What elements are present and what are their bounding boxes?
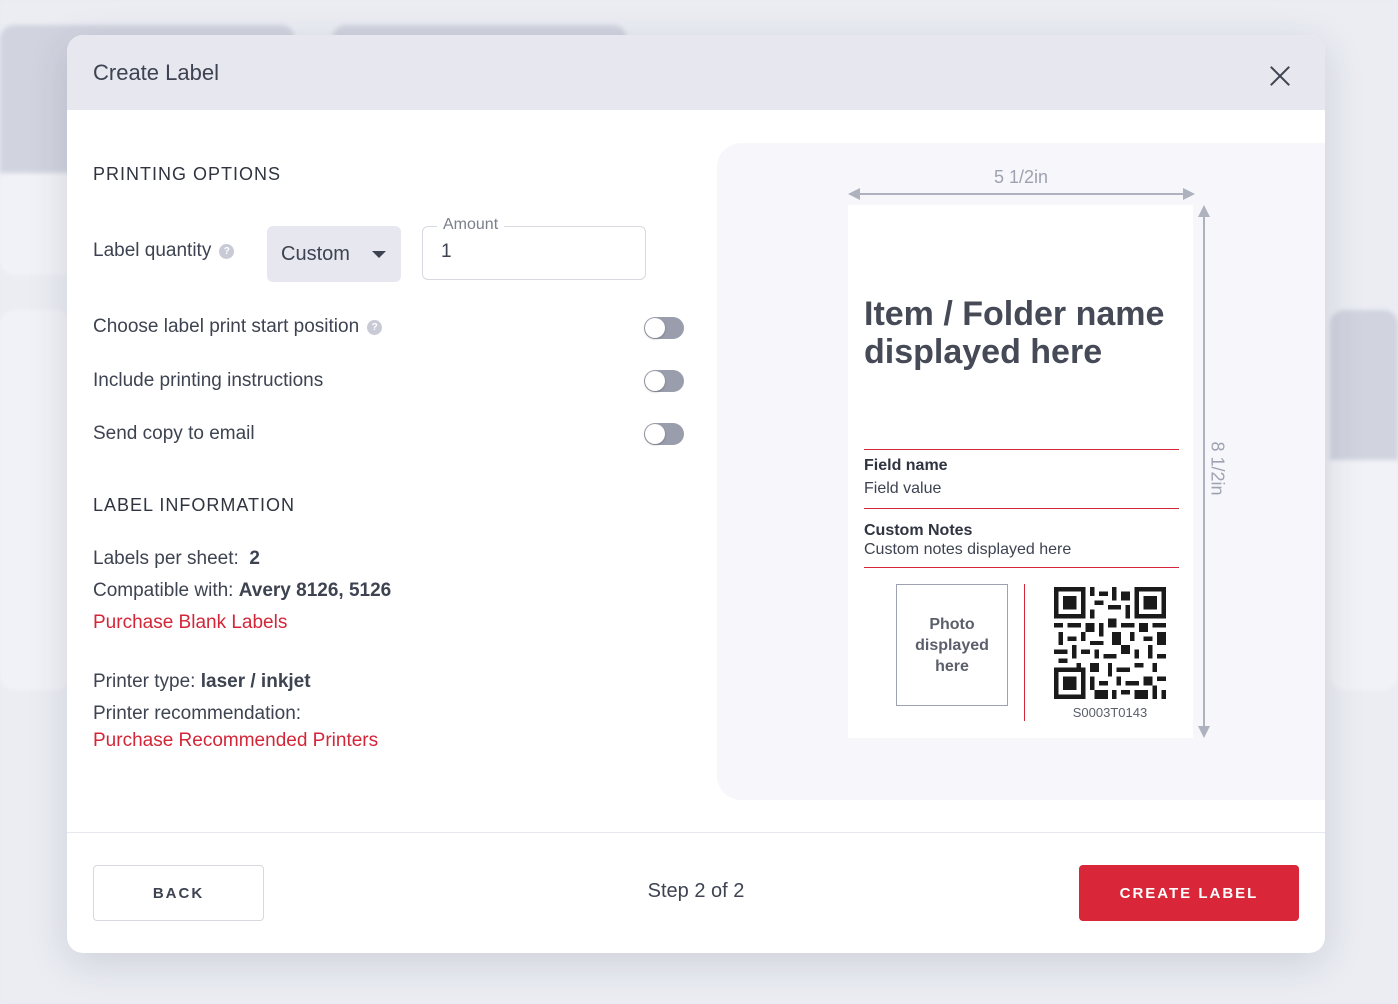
label-quantity-row: Label quantity ? [93,240,235,262]
toggle-knob [645,371,665,391]
printing-options-heading: PRINTING OPTIONS [93,164,282,184]
close-icon[interactable] [1265,61,1295,91]
divider [864,449,1179,450]
toggle-knob [645,424,665,444]
label-preview: 5 1/2in 8 1/2in Item / Folder name displ… [717,143,1325,800]
label-notes-value: Custom notes displayed here [864,541,1072,558]
label-sample: Item / Folder name displayed here Field … [848,205,1193,738]
compatible-value: Avery 8126, 5126 [238,580,392,601]
width-dimension: 5 1/2in [993,167,1049,187]
photo-placeholder-text: Photo displayed here [915,615,989,675]
purchase-blank-labels-link[interactable]: Purchase Blank Labels [93,612,287,634]
create-label-modal: Create Label PRINTING OPTIONS Label quan… [67,35,1325,953]
labels-per-sheet-label: Labels per sheet: [93,548,239,569]
step-indicator: Step 2 of 2 [647,880,745,902]
label-field-value: Field value [864,480,942,497]
toggle-knob [645,318,665,338]
amount-input[interactable] [441,241,621,263]
amount-label: Amount [437,216,505,234]
chevron-down-icon [372,251,386,258]
start-position-label: Choose label print start position [93,316,360,337]
printing-instructions-row: Include printing instructions [93,370,323,392]
qr-code-value: S0003T0143 [1072,705,1148,720]
arrow-down-icon [1198,726,1210,738]
send-copy-email-row: Send copy to email [93,423,255,445]
printer-recommendation-label: Printer recommendation: [93,703,302,724]
printer-type: Printer type: laser / inkjet [93,671,311,693]
label-quantity-label: Label quantity [93,240,212,261]
label-field-name: Field name [864,457,948,474]
label-quantity-select[interactable]: Custom [267,226,401,282]
label-item-name: Item / Folder name displayed here [864,295,1165,371]
purchase-printers-link[interactable]: Purchase Recommended Printers [93,730,378,752]
printer-type-label: Printer type: [93,671,196,692]
start-position-toggle[interactable] [644,317,684,339]
printing-instructions-toggle[interactable] [644,370,684,392]
footer-divider [67,832,1325,833]
divider [864,567,1179,568]
photo-placeholder: Photo displayed here [896,584,1008,706]
send-copy-email-label: Send copy to email [93,423,255,444]
qr-code-icon [1054,587,1166,699]
label-information-heading: LABEL INFORMATION [93,495,296,515]
divider [1024,584,1025,721]
create-label-button[interactable]: CREATE LABEL [1079,865,1299,921]
arrow-left-icon [848,188,860,200]
divider [864,508,1179,509]
arrow-right-icon [1183,188,1195,200]
labels-per-sheet: Labels per sheet: 2 [93,548,260,570]
compatible-label: Compatible with: [93,580,234,601]
label-notes-name: Custom Notes [864,522,973,539]
modal-header: Create Label [67,35,1325,110]
start-position-row: Choose label print start position ? [93,316,383,338]
back-button[interactable]: BACK [93,865,264,921]
printer-type-value: laser / inkjet [200,671,311,692]
labels-per-sheet-value: 2 [249,548,260,569]
help-icon[interactable]: ? [367,319,383,335]
height-dimension-line [1203,211,1205,731]
label-quantity-select-value: Custom [281,242,350,265]
amount-field[interactable]: Amount [422,216,646,280]
width-dimension-line [851,193,1193,195]
send-copy-email-toggle[interactable] [644,423,684,445]
help-icon[interactable]: ? [219,243,235,259]
arrow-up-icon [1198,205,1210,217]
compatible-with: Compatible with: Avery 8126, 5126 [93,580,391,602]
height-dimension: 8 1/2in [1207,441,1228,496]
modal-title: Create Label [93,59,219,85]
printing-instructions-label: Include printing instructions [93,370,324,391]
